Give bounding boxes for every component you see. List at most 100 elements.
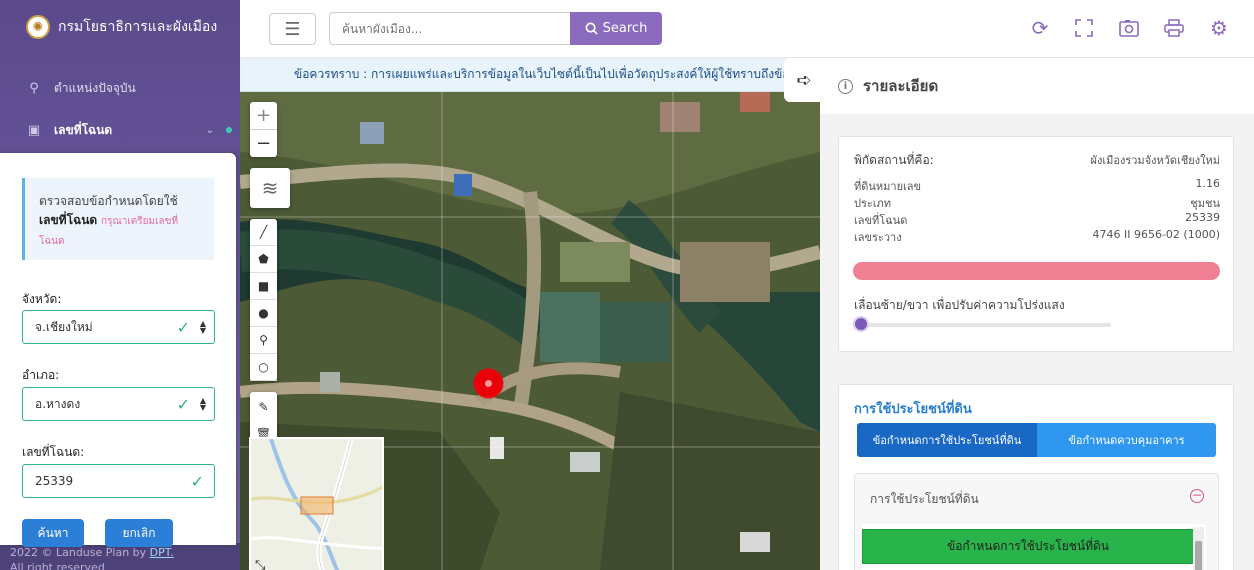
menu-toggle-button[interactable]: ☰: [269, 13, 316, 45]
info-icon: i: [838, 78, 853, 94]
accordion-title[interactable]: การใช้ประโยชน์ที่ดิน: [870, 490, 979, 509]
deed-row: เลขที่โฉนด 25339: [854, 211, 1220, 229]
printer-glyph: [1164, 19, 1184, 37]
collapse-minus-icon[interactable]: −: [1190, 489, 1204, 503]
notice-box: ตรวจสอบข้อกำหนดโดยใช้ เลขที่โฉนด กรุณาเต…: [22, 178, 214, 260]
edit-layers-icon[interactable]: ✎: [250, 393, 277, 420]
fullscreen-glyph: [1075, 19, 1093, 37]
footer-link[interactable]: DPT.: [150, 546, 174, 559]
footer-rights: All right reserved: [10, 561, 105, 570]
parcel-row: ที่ดินหมายเลข 1.16: [854, 177, 1220, 195]
location-marker[interactable]: [474, 369, 503, 398]
draw-rectangle-icon[interactable]: ■: [250, 273, 277, 300]
notice-bold: เลขที่โฉนด: [39, 213, 98, 227]
landuse-accordion: การใช้ประโยชน์ที่ดิน − ข้อกำหนดการใช้ประ…: [854, 473, 1219, 570]
sidebar-item-current-location[interactable]: ⚲ ตำแหน่งปัจจุบัน: [0, 68, 240, 108]
sheet-row: เลขระวาง 4746 II 9656-02 (1000): [854, 228, 1220, 246]
collapse-panel-button[interactable]: ➪: [784, 58, 824, 102]
check-icon: ✓: [176, 317, 190, 337]
opacity-slider-track[interactable]: [854, 323, 1111, 327]
draw-line-icon[interactable]: ╱: [250, 219, 277, 246]
map-view[interactable]: + − ≋ ╱ ⬟ ■ ● ⚲ ○ ✎ 🗑 ⤡: [240, 92, 820, 570]
location-icon: ⚲: [29, 80, 39, 96]
opacity-slider-label: เลื่อนซ้าย/ขวา เพื่อปรับค่าความโปร่งแสง: [854, 298, 1065, 312]
detail-header: i รายละเอียด: [820, 58, 1254, 114]
table-header: ข้อกำหนดการใช้ประโยชน์ที่ดิน: [862, 529, 1194, 564]
opacity-slider-handle[interactable]: [853, 316, 869, 332]
select-arrows-icon: ▲ ▼: [199, 396, 206, 412]
brand-title: กรมโยธาธิการและผังเมือง: [58, 19, 218, 35]
row-label: เลขระวาง: [854, 231, 902, 244]
row-value: ชุมชน: [1190, 197, 1220, 210]
deed-search-panel: ตรวจสอบข้อกำหนดโดยใช้ เลขที่โฉนด กรุณาเต…: [0, 153, 236, 547]
parcel-info-card: พิกัดสถานที่คือ: ผังเมืองรวมจังหวัดเชียง…: [838, 136, 1234, 352]
scrollbar-thumb[interactable]: [1195, 541, 1202, 570]
deed-label: เลขที่โฉนด:: [22, 445, 85, 459]
refresh-icon[interactable]: ⟳: [1028, 16, 1052, 40]
minimap-toggle-icon[interactable]: ⤡: [255, 558, 265, 570]
footer-copyright: 2022 © Landuse Plan by: [10, 546, 150, 559]
sidebar-footer: 2022 © Landuse Plan by DPT. All right re…: [0, 543, 240, 570]
location-value: ผังเมืองรวมจังหวัดเชียงใหม่: [1090, 154, 1220, 167]
province-label: จังหวัด:: [22, 292, 62, 306]
screenshot-icon[interactable]: [1117, 16, 1141, 40]
detail-title: รายละเอียด: [863, 77, 939, 95]
layers-button[interactable]: ≋: [250, 168, 290, 208]
plan-search-input[interactable]: [329, 12, 571, 45]
search-icon: [585, 22, 598, 35]
zoom-out-button[interactable]: −: [250, 130, 277, 157]
district-label: อำเภอ:: [22, 368, 60, 382]
camera-glyph: [1119, 20, 1139, 37]
app-root: ✺ กรมโยธาธิการและผังเมือง ⚲ ตำแหน่งปัจจุ…: [0, 0, 1254, 570]
draw-circle-icon[interactable]: ●: [250, 300, 277, 327]
chevron-down-icon: ⌄: [205, 124, 214, 136]
document-icon: ▣: [27, 122, 41, 138]
detail-panel: i รายละเอียด พิกัดสถานที่คือ: ผังเมืองรว…: [820, 58, 1254, 570]
row-value: 4746 II 9656-02 (1000): [1092, 228, 1220, 241]
hamburger-icon: ☰: [284, 18, 301, 40]
province-select[interactable]: จ.เชียงใหม่ ✓ ▲ ▼: [22, 310, 215, 344]
location-label: พิกัดสถานที่คือ:: [854, 153, 934, 167]
zoom-in-button[interactable]: +: [250, 103, 277, 130]
row-label: ที่ดินหมายเลข: [854, 180, 922, 193]
dpt-logo-icon: ✺: [26, 15, 50, 39]
draw-circlemarker-icon[interactable]: ○: [250, 354, 277, 381]
check-icon: ✓: [176, 394, 190, 414]
arrow-right-icon: ➪: [796, 69, 812, 91]
row-label: เลขที่โฉนด: [854, 214, 908, 227]
row-label: ประเภท: [854, 197, 892, 210]
top-bar: ☰ Search ⟳ ⚙: [240, 0, 1254, 58]
regulation-table: ข้อกำหนดการใช้ประโยชน์ที่ดิน: [862, 524, 1206, 570]
search-submit-button[interactable]: ค้นหา: [22, 519, 84, 547]
scrollbar[interactable]: [1193, 527, 1204, 570]
deed-value: 25339: [35, 474, 74, 488]
row-value: 1.16: [1195, 177, 1221, 190]
cancel-button[interactable]: ยกเลิก: [105, 519, 173, 547]
tab-building-control[interactable]: ข้อกำหนดควบคุมอาคาร: [1037, 423, 1216, 457]
notice-text: ตรวจสอบข้อกำหนดโดยใช้: [39, 194, 178, 208]
tab-landuse-regulation[interactable]: ข้อกำหนดการใช้ประโยชน์ที่ดิน: [857, 423, 1037, 457]
landuse-card: การใช้ประโยชน์ที่ดิน ข้อกำหนดการใช้ประโย…: [838, 384, 1234, 570]
minimap[interactable]: ⤡: [249, 437, 384, 570]
select-arrows-icon: ▲ ▼: [199, 319, 206, 335]
district-select[interactable]: อ.หางดง ✓ ▲ ▼: [22, 387, 215, 421]
minimap-view: [251, 439, 382, 570]
sidebar-item-label: ตำแหน่งปัจจุบัน: [54, 80, 136, 95]
draw-polygon-icon[interactable]: ⬟: [250, 246, 277, 273]
search-button[interactable]: Search: [570, 12, 662, 45]
brand[interactable]: ✺ กรมโยธาธิการและผังเมือง: [0, 0, 240, 54]
landuse-title: การใช้ประโยชน์ที่ดิน: [854, 402, 972, 417]
province-value: จ.เชียงใหม่: [35, 319, 93, 334]
type-row: ประเภท ชุมชน: [854, 194, 1220, 212]
active-dot: [226, 127, 232, 133]
deed-input[interactable]: 25339 ✓: [22, 464, 215, 498]
fullscreen-icon[interactable]: [1072, 16, 1096, 40]
draw-toolbar: ╱ ⬟ ■ ● ⚲ ○: [250, 219, 277, 381]
draw-marker-icon[interactable]: ⚲: [250, 327, 277, 354]
notice-marquee: ข้อควรทราบ : การเผยแพร่และบริการข้อมูลใน…: [240, 58, 820, 92]
sidebar-item-deed-number[interactable]: ▣ เลขที่โฉนด ⌄: [0, 110, 240, 150]
row-value: 25339: [1185, 211, 1220, 224]
print-icon[interactable]: [1162, 16, 1186, 40]
gear-icon[interactable]: ⚙: [1207, 16, 1231, 40]
search-button-label: Search: [602, 21, 648, 36]
